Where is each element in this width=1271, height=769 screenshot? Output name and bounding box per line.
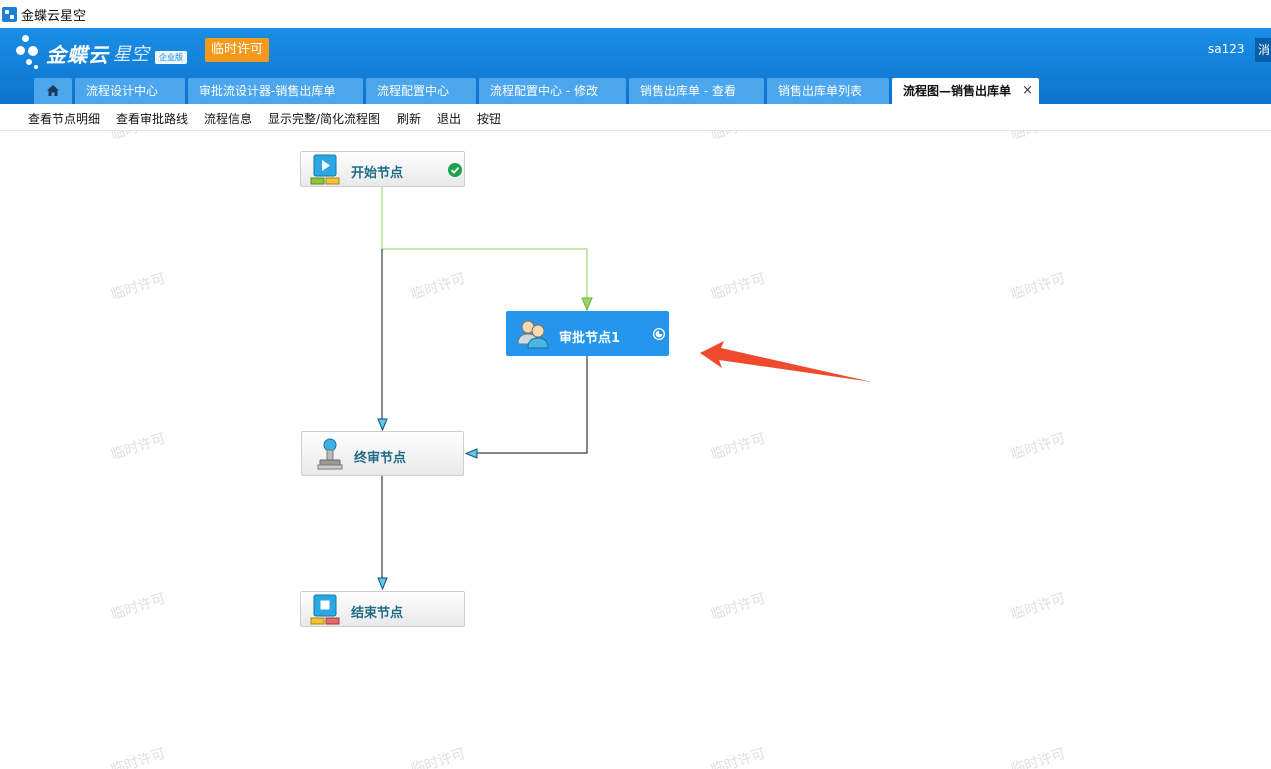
flow-node-final-approval[interactable]: 终审节点 <box>301 431 464 476</box>
completed-check-icon <box>448 163 462 177</box>
close-tab-icon[interactable]: × <box>1022 78 1033 104</box>
tab-sales-outbound-view[interactable]: 销售出库单 - 查看 <box>629 78 764 104</box>
tab-label: 流程配置中心 <box>377 84 450 98</box>
home-icon <box>47 85 59 96</box>
node-label: 结束节点 <box>351 606 404 621</box>
message-button[interactable]: 消 <box>1255 38 1271 62</box>
users-icon <box>517 320 549 349</box>
tab-label: 流程设计中心 <box>86 84 159 98</box>
tab-label: 销售出库单 - 查看 <box>640 84 736 98</box>
annotation-arrow <box>700 341 872 382</box>
node-label: 审批节点1 <box>559 331 621 346</box>
process-info-button[interactable]: 流程信息 <box>204 110 252 127</box>
logo-brand-text: 金蝶云 <box>46 42 109 67</box>
flow-canvas[interactable]: 临时许可 临时许可 临时许可 临时许可 临时许可 临时许可 临时许可 临时许可 … <box>0 131 1271 769</box>
logo-dots-icon <box>14 32 44 74</box>
in-progress-clock-icon <box>653 328 665 340</box>
view-node-detail-button[interactable]: 查看节点明细 <box>28 110 100 127</box>
tab-sales-outbound-list[interactable]: 销售出库单列表 <box>767 78 889 104</box>
stop-icon <box>310 594 340 625</box>
flow-node-end[interactable]: 结束节点 <box>300 591 465 627</box>
arrowhead-final-top <box>377 418 388 432</box>
current-user[interactable]: sa123 <box>1208 42 1245 56</box>
connector-start-to-approval <box>381 187 588 301</box>
tab-label: 销售出库单列表 <box>778 84 863 98</box>
window-title: 金蝶云星空 <box>21 8 87 24</box>
arrowhead-approval <box>581 297 593 312</box>
tab-label: 流程配置中心 - 修改 <box>490 84 598 98</box>
tab-process-config-edit[interactable]: 流程配置中心 - 修改 <box>479 78 626 104</box>
logo-product-text: 星空 <box>113 44 149 65</box>
window-title-bar: 金蝶云星空 <box>0 0 1271 28</box>
tab-process-design-center[interactable]: 流程设计中心 <box>75 78 185 104</box>
brand-logo: 金蝶云 星空 企业版 <box>14 32 187 74</box>
view-approval-route-button[interactable]: 查看审批路线 <box>116 110 188 127</box>
refresh-button[interactable]: 刷新 <box>397 110 421 127</box>
arrowhead-end <box>377 577 388 591</box>
tab-home[interactable] <box>34 78 72 104</box>
tab-approval-designer[interactable]: 审批流设计器-销售出库单 <box>188 78 363 104</box>
flow-node-approval-1[interactable]: 审批节点1 <box>506 311 669 356</box>
arrowhead-final-right <box>464 448 478 459</box>
license-badge[interactable]: 临时许可 <box>205 38 270 62</box>
flow-connectors <box>377 187 872 591</box>
app-icon <box>2 6 17 22</box>
stamp-icon <box>317 438 343 470</box>
toggle-full-simple-chart-button[interactable]: 显示完整/简化流程图 <box>268 110 380 127</box>
tab-flow-chart-sales-outbound[interactable]: 流程图—销售出库单 × <box>892 78 1039 104</box>
edition-badge: 企业版 <box>155 50 187 64</box>
node-label: 终审节点 <box>354 451 407 466</box>
app-header: 金蝶云 星空 企业版 临时许可 sa123 消 流程设计中心 审批流设计器-销售… <box>0 28 1271 104</box>
exit-button[interactable]: 退出 <box>437 110 461 127</box>
button-button[interactable]: 按钮 <box>477 110 501 127</box>
connector-approval-to-final <box>476 356 588 454</box>
tab-label: 审批流设计器-销售出库单 <box>199 84 336 98</box>
tab-label: 流程图—销售出库单 <box>903 84 1012 98</box>
flow-node-start[interactable]: 开始节点 <box>300 151 465 187</box>
node-label: 开始节点 <box>351 166 404 181</box>
tab-process-config-center[interactable]: 流程配置中心 <box>366 78 476 104</box>
toolbar: 查看节点明细 查看审批路线 流程信息 显示完整/简化流程图 刷新 退出 按钮 <box>0 104 1271 131</box>
play-icon <box>310 154 340 185</box>
